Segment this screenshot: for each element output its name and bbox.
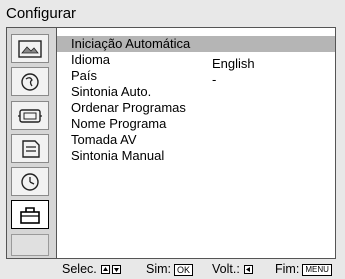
left-arrow-key-icon: [243, 265, 253, 274]
up-arrow-key-icon: [100, 265, 110, 274]
category-features[interactable]: [11, 134, 49, 163]
timer-icon: [21, 172, 39, 191]
menu-item-program-name[interactable]: Nome Programa: [57, 116, 335, 132]
menu-item-sort-programs[interactable]: Ordenar Programas: [57, 100, 335, 116]
menu-panel: Iniciação Automática Idioma English País…: [6, 27, 336, 259]
settings-menu-list: Iniciação Automática Idioma English País…: [57, 28, 335, 258]
exit-hint: Fim: MENU: [275, 260, 332, 279]
confirm-hint-label: Sim:: [146, 262, 171, 276]
menu-key: MENU: [302, 263, 332, 276]
category-timer[interactable]: [11, 167, 49, 196]
menu-item-label: Iniciação Automática: [71, 36, 191, 51]
menu-item-language[interactable]: Idioma English: [57, 52, 335, 71]
menu-item-label: Sintonia Manual: [71, 148, 165, 163]
down-arrow-key-icon: [111, 265, 121, 274]
menu-item-av-socket[interactable]: Tomada AV: [57, 132, 335, 148]
category-picture[interactable]: [11, 34, 49, 63]
menu-item-manual-tuning[interactable]: Sintonia Manual: [57, 148, 335, 164]
menu-item-label: Nome Programa: [71, 116, 167, 131]
menu-item-label: País: [71, 68, 98, 83]
category-screen[interactable]: [11, 101, 49, 130]
category-sound[interactable]: [11, 67, 49, 96]
menu-title: Configurar: [6, 5, 77, 22]
picture-icon: [18, 39, 42, 58]
exit-hint-label: Fim:: [275, 262, 300, 276]
menu-item-auto-tuning[interactable]: Sintonia Auto.: [57, 84, 335, 100]
menu-item-label: Ordenar Programas: [71, 100, 186, 115]
ok-key: OK: [174, 263, 194, 276]
setup-toolbox-icon: [20, 206, 40, 224]
menu-item-label: Idioma: [71, 52, 111, 67]
category-icon-column: [7, 28, 57, 258]
select-hint-label: Selec.: [62, 262, 97, 276]
confirm-hint: Sim: OK: [146, 260, 194, 279]
category-setup[interactable]: [11, 200, 49, 229]
category-empty-slot: [11, 234, 49, 256]
back-hint-label: Volt.:: [212, 262, 240, 276]
screen-control-icon: [18, 108, 42, 123]
menu-item-country[interactable]: País -: [57, 68, 335, 87]
features-icon: [22, 139, 40, 158]
back-hint: Volt.:: [212, 260, 253, 279]
menu-item-auto-start[interactable]: Iniciação Automática: [57, 36, 335, 52]
select-hint: Selec.: [62, 260, 121, 279]
sound-icon: [21, 72, 39, 91]
key-hint-bar: Selec. Sim: OK Volt.: Fim: MENU: [0, 260, 345, 279]
menu-item-label: Tomada AV: [71, 132, 137, 147]
menu-item-label: Sintonia Auto.: [71, 84, 152, 99]
tv-osd-screen: Configurar Iniciação Automática Idioma E…: [0, 0, 345, 279]
